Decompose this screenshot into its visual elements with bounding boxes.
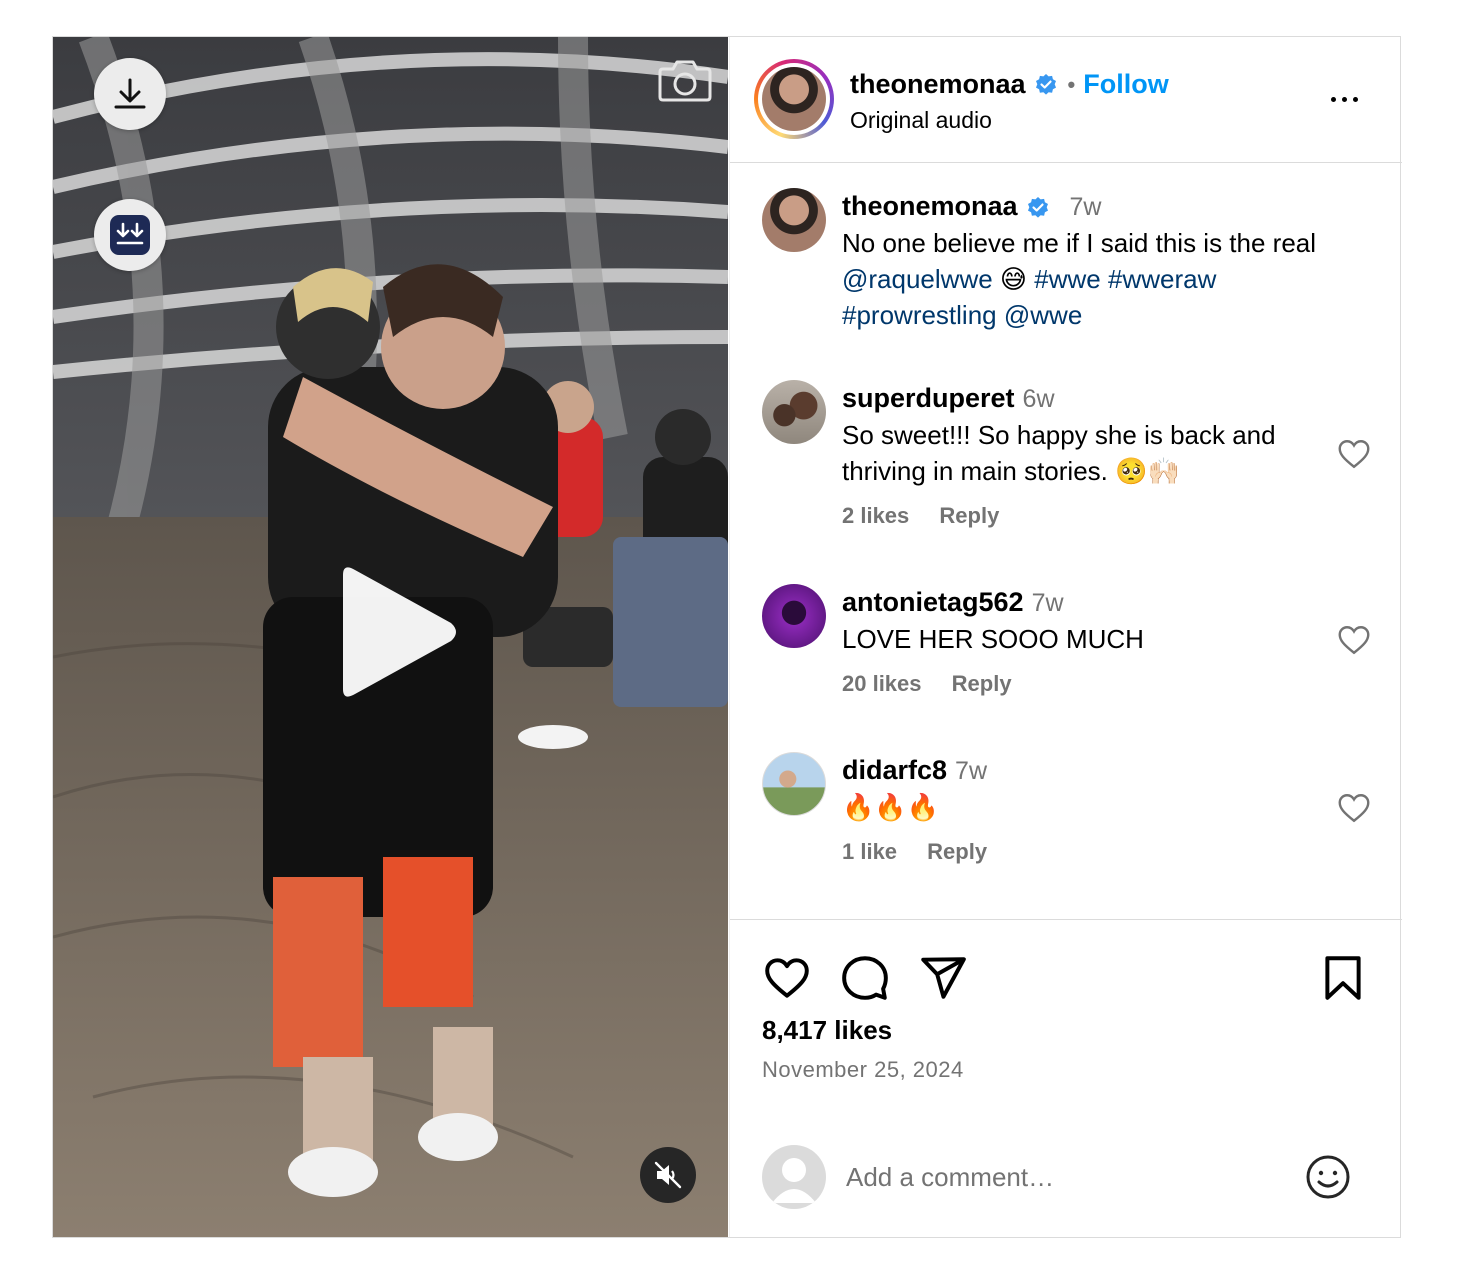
commenter-avatar[interactable] <box>762 380 826 444</box>
reply-button[interactable]: Reply <box>927 839 987 864</box>
reply-button[interactable]: Reply <box>952 671 1012 696</box>
post-actions: 8,417 likes November 25, 2024 <box>730 921 1402 1237</box>
comment-likes[interactable]: 1 like <box>842 839 897 864</box>
caption-time[interactable]: 7w <box>1070 193 1102 221</box>
commenter-username[interactable]: didarfc8 <box>842 755 947 785</box>
video-player[interactable] <box>53 37 728 1237</box>
mute-toggle-button[interactable] <box>640 1147 696 1203</box>
caption-username[interactable]: theonemonaa <box>842 191 1018 221</box>
video-saver-button[interactable] <box>94 199 166 271</box>
comment-time[interactable]: 7w <box>1032 589 1064 617</box>
follow-button[interactable]: Follow <box>1083 69 1168 100</box>
commenter-avatar[interactable] <box>762 584 826 648</box>
comment-text: 🔥🔥🔥 <box>842 792 940 822</box>
camera-icon <box>658 60 712 102</box>
header-separator: • <box>1067 71 1076 97</box>
post-side-panel: theonemonaa • Follow Original audio theo… <box>729 37 1402 1237</box>
bookmark-icon[interactable] <box>1318 953 1368 1003</box>
comment-time[interactable]: 7w <box>955 757 987 785</box>
add-comment-input[interactable] <box>846 1157 1286 1197</box>
hashtag-link[interactable]: #wwe <box>1034 264 1100 294</box>
hashtag-link[interactable]: #prowrestling <box>842 300 997 330</box>
author-avatar[interactable] <box>754 59 834 139</box>
caption-text: No one believe me if I said this is the … <box>842 228 1317 330</box>
post-header: theonemonaa • Follow Original audio <box>730 37 1402 163</box>
default-avatar-icon <box>772 1158 816 1203</box>
comment-like-heart-icon[interactable] <box>1336 790 1372 826</box>
author-avatar-image <box>762 67 826 131</box>
heart-icon[interactable] <box>762 953 812 1003</box>
hashtag-link[interactable]: #wweraw <box>1108 264 1216 294</box>
commenter-avatar[interactable] <box>762 752 826 816</box>
comment-likes[interactable]: 20 likes <box>842 671 922 696</box>
commenter-username[interactable]: antonietag562 <box>842 587 1024 617</box>
comment-text: LOVE HER SOOO MUCH <box>842 624 1144 654</box>
verified-badge-icon <box>1027 196 1048 218</box>
current-user-avatar <box>762 1145 826 1209</box>
double-download-icon <box>110 215 150 255</box>
verified-badge-icon <box>1035 73 1056 95</box>
post-likes-count[interactable]: 8,417 likes <box>762 1015 892 1046</box>
play-icon <box>343 567 456 697</box>
reply-button[interactable]: Reply <box>939 503 999 528</box>
download-button[interactable] <box>94 58 166 130</box>
original-audio-link[interactable]: Original audio <box>850 107 992 134</box>
play-button[interactable] <box>333 565 463 699</box>
emoji: 😅 <box>999 264 1028 294</box>
post-date[interactable]: November 25, 2024 <box>762 1057 964 1083</box>
more-options-icon <box>1330 96 1336 102</box>
mention-link[interactable]: @wwe <box>1004 300 1082 330</box>
comments-list[interactable]: theonemonaa 7w No one believe me if I sai… <box>730 164 1402 920</box>
more-options-button[interactable] <box>1324 87 1364 111</box>
comment-text: So sweet!!! So happy she is back and thr… <box>842 420 1276 486</box>
screenshot-button[interactable] <box>657 55 713 105</box>
comment-like-heart-icon[interactable] <box>1336 622 1372 658</box>
paper-plane-icon[interactable] <box>918 953 968 1003</box>
comment-likes[interactable]: 2 likes <box>842 503 909 528</box>
mention-link[interactable]: @raquelwwe <box>842 264 993 294</box>
comment-like-heart-icon[interactable] <box>1336 436 1372 472</box>
caption-avatar[interactable] <box>762 188 826 252</box>
speaker-muted-icon <box>654 1161 682 1189</box>
commenter-username[interactable]: superduperet <box>842 383 1015 413</box>
download-icon <box>114 78 146 109</box>
smiley-icon[interactable] <box>1304 1153 1352 1201</box>
comment-time[interactable]: 6w <box>1023 385 1055 413</box>
post-container: theonemonaa • Follow Original audio theo… <box>52 36 1402 1238</box>
comment-bubble-icon[interactable] <box>840 953 890 1003</box>
add-comment-row <box>730 1131 1402 1237</box>
author-username[interactable]: theonemonaa <box>850 69 1026 100</box>
